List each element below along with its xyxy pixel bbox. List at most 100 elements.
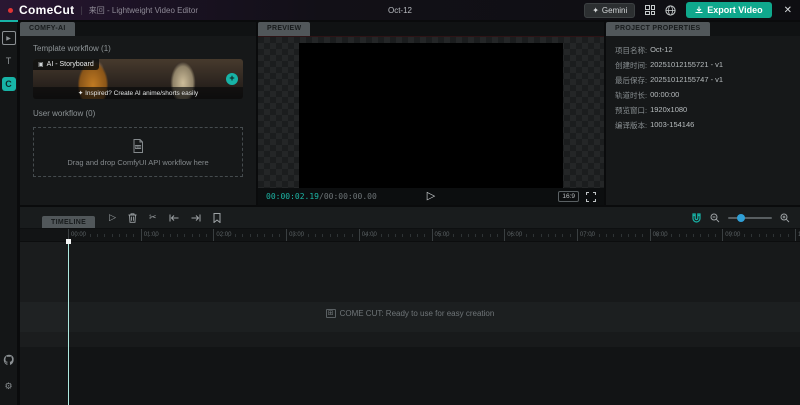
storyboard-title-text: AI - Storyboard — [47, 61, 94, 68]
ruler-minor-tick — [177, 234, 178, 237]
ruler-major-tick — [795, 229, 796, 242]
storyboard-template-card[interactable]: ▣ AI - Storyboard + ✦ Inspired? Create A… — [33, 59, 243, 99]
language-globe-button[interactable] — [665, 5, 676, 16]
ruler-major-tick — [650, 229, 651, 242]
property-label: 预览窗口: — [615, 105, 647, 116]
ruler-minor-tick — [446, 234, 447, 237]
property-value: 20251012155747 - v1 — [650, 75, 723, 86]
jump-start-icon — [169, 214, 179, 222]
ruler-minor-tick — [388, 234, 389, 237]
ruler-minor-tick — [104, 234, 105, 237]
jump-end-icon — [191, 214, 201, 222]
track-gutter — [20, 242, 68, 405]
jump-end-button[interactable] — [191, 214, 201, 222]
ruler-minor-tick — [686, 234, 687, 237]
ruler-minor-tick — [490, 234, 491, 237]
ruler-minor-tick — [395, 234, 396, 237]
sidebar-item-settings[interactable]: ⚙ — [2, 379, 16, 393]
sidebar-item-github[interactable] — [2, 353, 16, 367]
track-row[interactable] — [20, 332, 800, 347]
gemini-button[interactable]: ✦ Gemini — [584, 3, 635, 18]
zoom-in-icon[interactable] — [780, 213, 790, 223]
timeline-zoom-slider[interactable] — [728, 217, 772, 219]
timeline-empty-message: ⊞ COME CUT: Ready to use for easy creati… — [20, 309, 800, 318]
playhead-handle[interactable] — [66, 239, 71, 244]
ruler-minor-tick — [555, 234, 556, 237]
project-properties-panel: PROJECT PROPERTIES 项目名称:Oct-12创建时间:20251… — [606, 22, 800, 205]
sidebar-item-text[interactable]: T — [2, 54, 16, 68]
ruler-minor-tick — [373, 234, 374, 237]
playhead[interactable] — [68, 242, 69, 405]
video-canvas[interactable] — [299, 43, 563, 191]
delete-clip-button[interactable] — [128, 213, 137, 223]
tab-comfy-ai[interactable]: COMFY-AI — [20, 22, 75, 36]
trash-icon — [128, 213, 137, 223]
ruler-time-label: 00:00 — [71, 232, 86, 238]
property-row: 轨道时长:00:00:00 — [615, 90, 791, 101]
ruler-minor-tick — [562, 234, 563, 237]
preview-panel: PREVIEW 00:00:02.19/00:00:00.00 ▷ 16:9 — [258, 22, 604, 205]
ruler-minor-tick — [497, 234, 498, 237]
timeline-zoom-controls — [691, 212, 790, 223]
zoom-slider-knob[interactable] — [737, 214, 745, 222]
ruler-minor-tick — [293, 234, 294, 237]
export-video-button[interactable]: Export Video — [686, 2, 771, 18]
ruler-major-tick — [722, 229, 723, 242]
zoom-out-icon[interactable] — [710, 213, 720, 223]
ruler-minor-tick — [606, 234, 607, 237]
jump-start-button[interactable] — [169, 214, 179, 222]
ruler-minor-tick — [235, 234, 236, 237]
storyboard-card-title: ▣ AI - Storyboard — [33, 59, 99, 70]
property-row: 预览窗口:1920x1080 — [615, 105, 791, 116]
ruler-minor-tick — [206, 234, 207, 237]
tab-project-properties[interactable]: PROJECT PROPERTIES — [606, 22, 710, 36]
track-row[interactable] — [20, 347, 800, 405]
properties-panel-header: PROJECT PROPERTIES — [606, 22, 800, 36]
magnet-snap-icon[interactable] — [691, 212, 702, 223]
ruler-time-label: 03:00 — [289, 232, 304, 238]
play-button[interactable]: ▷ — [427, 191, 435, 202]
workflow-dropzone[interactable]: JSON Drag and drop ComfyUI API workflow … — [33, 127, 243, 177]
timeline-message-text: COME CUT: Ready to use for easy creation — [340, 309, 495, 318]
property-label: 编译版本: — [615, 120, 647, 131]
property-label: 轨道时长: — [615, 90, 647, 101]
timeline-tools: ▷ ✂ — [109, 213, 220, 223]
cut-clip-button[interactable]: ✂ — [149, 213, 157, 222]
ruler-minor-tick — [700, 234, 701, 237]
ruler-minor-tick — [417, 234, 418, 237]
ruler-minor-tick — [730, 234, 731, 237]
aspect-ratio-button[interactable]: 16:9 — [558, 191, 579, 202]
fullscreen-icon[interactable] — [586, 192, 596, 202]
close-button[interactable]: ✕ — [784, 5, 792, 16]
bookmark-marker-button[interactable] — [213, 213, 221, 223]
layout-grid-button[interactable] — [645, 5, 655, 15]
tab-preview[interactable]: PREVIEW — [258, 22, 310, 36]
download-icon — [695, 6, 703, 14]
sidebar-active-indicator — [0, 20, 18, 22]
comfy-panel-header: COMFY-AI — [20, 22, 256, 36]
ruler-minor-tick — [264, 234, 265, 237]
ruler-minor-tick — [112, 234, 113, 237]
sidebar-item-comfy[interactable]: C — [2, 77, 16, 91]
timeline-tracks[interactable]: ⊞ COME CUT: Ready to use for easy creati… — [20, 242, 800, 405]
ruler-minor-tick — [584, 234, 585, 237]
tab-timeline[interactable]: TIMELINE — [42, 216, 95, 228]
ruler-minor-tick — [301, 234, 302, 237]
add-template-button[interactable]: + — [226, 73, 238, 85]
timeline-toolbar: TIMELINE ▷ ✂ — [20, 207, 800, 229]
track-row[interactable] — [20, 242, 800, 302]
ruler-minor-tick — [184, 234, 185, 237]
github-icon — [3, 354, 15, 366]
ruler-minor-tick — [468, 234, 469, 237]
sidebar-item-media[interactable]: ▶ — [2, 31, 16, 45]
timeline-play-button[interactable]: ▷ — [109, 213, 116, 222]
ruler-minor-tick — [708, 234, 709, 237]
ruler-time-label: 02:00 — [216, 232, 231, 238]
ruler-minor-tick — [642, 234, 643, 237]
ruler-minor-tick — [119, 234, 120, 237]
logo-divider: | — [80, 5, 82, 15]
ruler-minor-tick — [308, 234, 309, 237]
timeline-ruler[interactable]: 00:0001:0002:0003:0004:0005:0006:0007:00… — [20, 229, 800, 242]
ruler-minor-tick — [693, 234, 694, 237]
gear-icon: ⚙ — [4, 381, 12, 392]
